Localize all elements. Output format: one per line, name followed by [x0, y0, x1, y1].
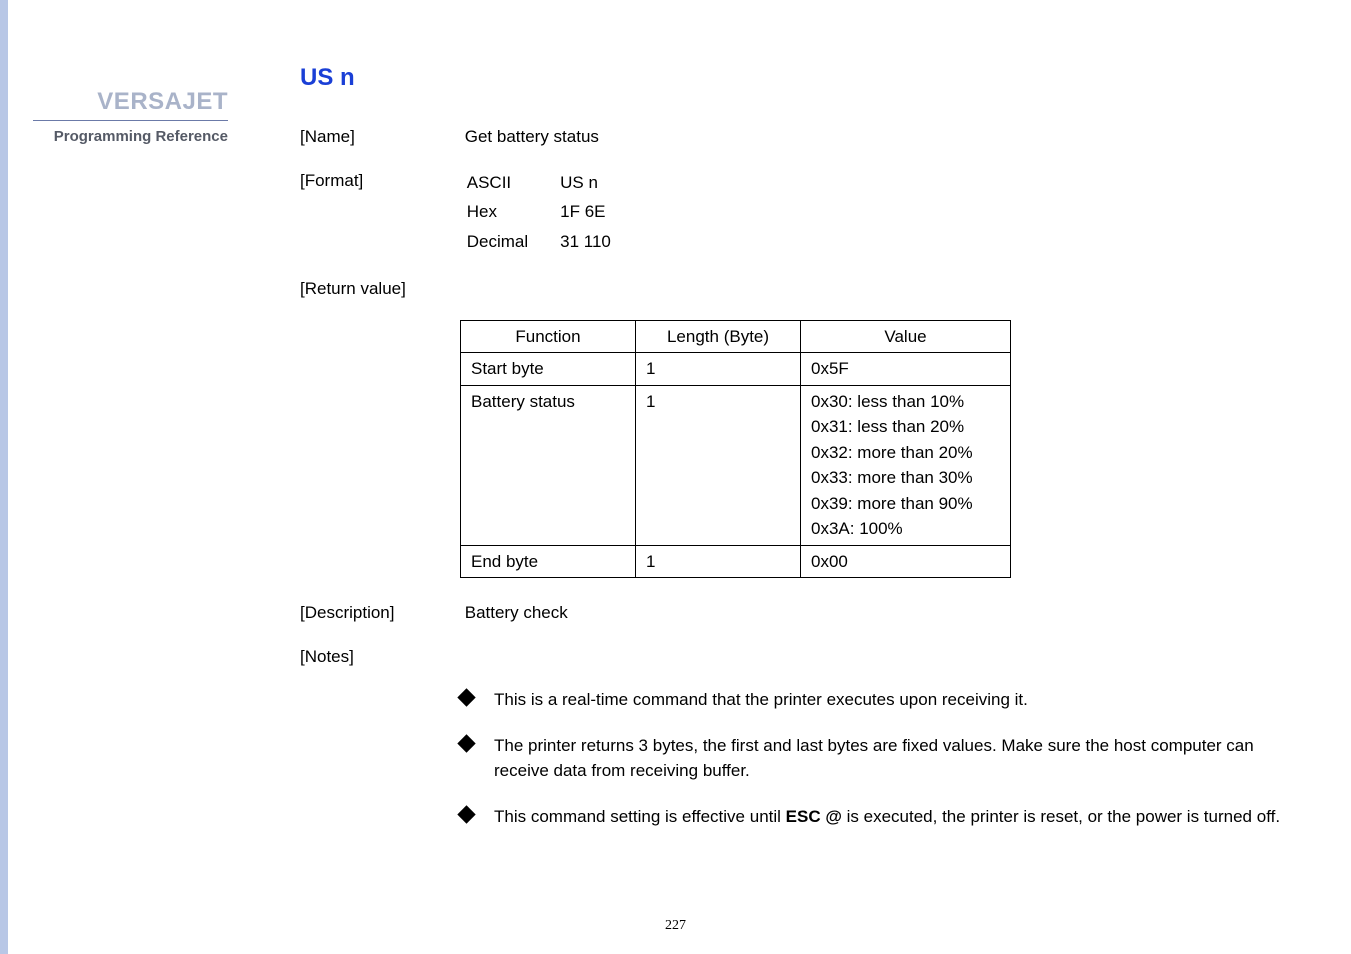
- list-item: This command setting is effective until …: [460, 804, 1291, 830]
- rv-val: 0x00: [801, 545, 1011, 578]
- list-item: The printer returns 3 bytes, the first a…: [460, 733, 1291, 784]
- format-label: [Format]: [300, 168, 460, 194]
- name-label: [Name]: [300, 124, 460, 150]
- content-area: US n [Name] Get battery status [Format] …: [300, 60, 1291, 849]
- rv-func: Start byte: [461, 353, 636, 386]
- brand-text: VERSAJET: [97, 88, 228, 116]
- fmt-enc: Decimal: [467, 229, 558, 257]
- fmt-enc: Hex: [467, 199, 558, 227]
- rv-head-func: Function: [461, 320, 636, 353]
- note-text-post: is executed, the printer is reset, or th…: [842, 807, 1280, 826]
- battery-line: 0x3A: 100%: [811, 516, 1000, 542]
- format-row: [Format] ASCIIUS n Hex1F 6E Decimal31 11…: [300, 168, 1291, 259]
- sidebar: VERSAJET Programming Reference: [8, 0, 238, 954]
- notes-row: [Notes]: [300, 644, 1291, 670]
- rv-len: 1: [636, 385, 801, 545]
- table-row: End byte 1 0x00: [461, 545, 1011, 578]
- return-value-row: [Return value]: [300, 276, 1291, 302]
- command-title: US n: [300, 60, 1291, 96]
- list-item: This is a real-time command that the pri…: [460, 687, 1291, 713]
- battery-line: 0x39: more than 90%: [811, 491, 1000, 517]
- fmt-val: US n: [560, 170, 641, 198]
- rv-val: 0x5F: [801, 353, 1011, 386]
- battery-line: 0x31: less than 20%: [811, 414, 1000, 440]
- fmt-val: 1F 6E: [560, 199, 641, 227]
- rv-head-len: Length (Byte): [636, 320, 801, 353]
- format-table: ASCIIUS n Hex1F 6E Decimal31 110: [465, 168, 643, 259]
- sidebar-subtitle: Programming Reference: [54, 128, 228, 145]
- notes-list: This is a real-time command that the pri…: [460, 687, 1291, 829]
- page-number: 227: [665, 918, 686, 934]
- note-text: The printer returns 3 bytes, the first a…: [494, 736, 1254, 781]
- table-row: Battery status 1 0x30: less than 10% 0x3…: [461, 385, 1011, 545]
- description-label: [Description]: [300, 600, 460, 626]
- note-text-pre: This command setting is effective until: [494, 807, 786, 826]
- note-text-bold: ESC @: [786, 807, 842, 826]
- bullet-icon: [457, 805, 475, 823]
- name-value: Get battery status: [465, 124, 599, 150]
- description-row: [Description] Battery check: [300, 600, 1291, 626]
- rv-func: End byte: [461, 545, 636, 578]
- name-row: [Name] Get battery status: [300, 124, 1291, 150]
- sidebar-divider: [33, 120, 228, 121]
- bullet-icon: [457, 688, 475, 706]
- rv-val: 0x30: less than 10% 0x31: less than 20% …: [801, 385, 1011, 545]
- rv-head-val: Value: [801, 320, 1011, 353]
- rv-len: 1: [636, 353, 801, 386]
- table-row: Start byte 1 0x5F: [461, 353, 1011, 386]
- rv-func: Battery status: [461, 385, 636, 545]
- notes-label: [Notes]: [300, 644, 460, 670]
- return-value-label: [Return value]: [300, 276, 460, 302]
- note-text: This is a real-time command that the pri…: [494, 690, 1028, 709]
- left-rule: [0, 0, 8, 954]
- fmt-val: 31 110: [560, 229, 641, 257]
- return-value-table: Function Length (Byte) Value Start byte …: [460, 320, 1011, 579]
- description-value: Battery check: [465, 600, 568, 626]
- battery-line: 0x32: more than 20%: [811, 440, 1000, 466]
- fmt-enc: ASCII: [467, 170, 558, 198]
- rv-len: 1: [636, 545, 801, 578]
- bullet-icon: [457, 734, 475, 752]
- battery-line: 0x30: less than 10%: [811, 389, 1000, 415]
- battery-line: 0x33: more than 30%: [811, 465, 1000, 491]
